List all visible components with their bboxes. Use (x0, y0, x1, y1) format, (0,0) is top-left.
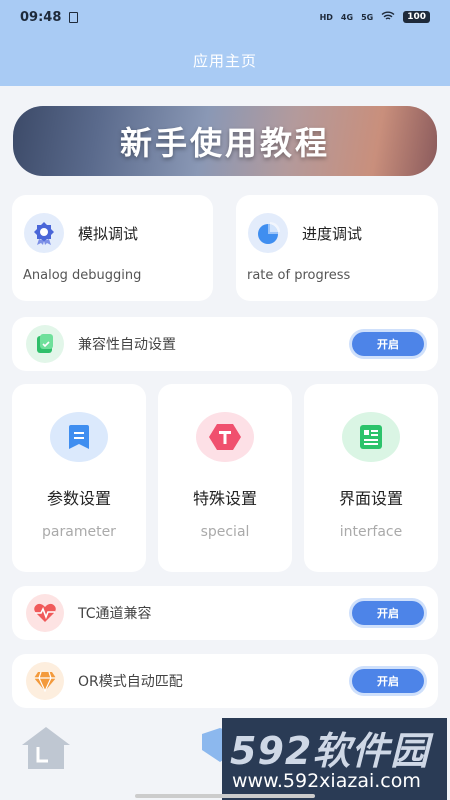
hd-signal-icon: HD (319, 12, 333, 22)
home-tab-icon[interactable] (18, 725, 74, 775)
row-label: TC通道兼容 (78, 606, 152, 622)
parameter-settings-card[interactable]: 参数设置 parameter (12, 384, 146, 572)
or-mode-auto-match-row: OR模式自动匹配 开启 (12, 654, 438, 708)
tc-channel-compat-row: TC通道兼容 开启 (12, 586, 438, 640)
compat-auto-setting-row: 兼容性自动设置 开启 (12, 317, 438, 371)
card-subtitle: rate of progress (247, 268, 351, 283)
enable-toggle[interactable]: 开启 (352, 669, 424, 693)
card-title: 特殊设置 (192, 489, 257, 508)
watermark-brand: 592软件园 (230, 729, 430, 773)
special-settings-card[interactable]: 特殊设置 special (158, 384, 292, 572)
document-list-icon (342, 412, 400, 462)
5g-signal-icon: 5G (361, 12, 374, 22)
card-subtitle: interface (339, 524, 403, 540)
notification-icon (69, 11, 79, 23)
bookmark-doc-icon (50, 412, 108, 462)
battery-icon: 100 (403, 11, 430, 23)
row-label: 兼容性自动设置 (78, 337, 176, 353)
card-title: 参数设置 (46, 489, 111, 508)
interface-settings-card[interactable]: 界面设置 interface (304, 384, 438, 572)
card-subtitle: Analog debugging (23, 268, 142, 283)
heartbeat-icon (26, 594, 64, 632)
banner-text: 新手使用教程 (119, 124, 330, 162)
watermark-url: www.592xiazai.com (232, 770, 421, 792)
page-title: 应用主页 (0, 34, 450, 86)
rate-of-progress-card[interactable]: 进度调试 rate of progress (236, 195, 438, 301)
card-subtitle: parameter (42, 524, 116, 540)
card-title: 界面设置 (338, 489, 403, 508)
status-time: 09:48 (20, 9, 62, 25)
wifi-icon (381, 11, 395, 23)
status-indicators: HD 4G 5G 100 (320, 11, 430, 23)
card-title: 模拟调试 (78, 224, 139, 243)
row-label: OR模式自动匹配 (78, 674, 183, 690)
hexagon-t-icon (196, 412, 254, 462)
card-subtitle: special (200, 524, 250, 540)
watermark-logo: 592软件园 www.592xiazai.com (222, 718, 447, 800)
home-indicator[interactable] (135, 794, 315, 798)
phone-settings-icon (26, 325, 64, 363)
enable-toggle[interactable]: 开启 (352, 601, 424, 625)
card-title: 进度调试 (302, 224, 363, 243)
diamond-icon (26, 662, 64, 700)
tutorial-banner[interactable]: 新手使用教程 (13, 106, 437, 176)
4g-signal-icon: 4G (340, 12, 354, 22)
analog-debugging-card[interactable]: 模拟调试 Analog debugging (12, 195, 213, 301)
pie-chart-icon (248, 213, 288, 253)
enable-toggle[interactable]: 开启 (352, 332, 424, 356)
status-bar: 09:48 HD 4G 5G 100 (0, 0, 450, 34)
ribbon-award-icon (24, 213, 64, 253)
